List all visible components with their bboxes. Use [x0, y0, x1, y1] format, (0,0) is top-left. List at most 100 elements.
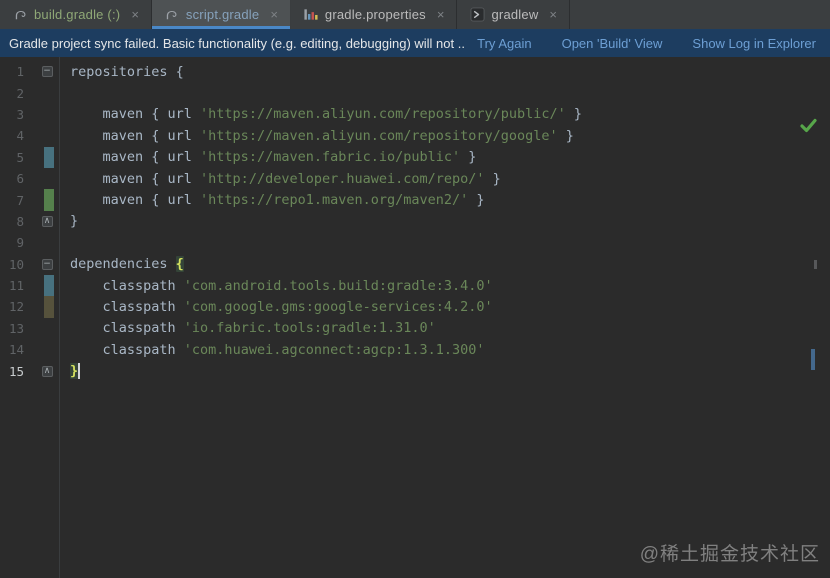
- code-token: }: [484, 170, 501, 187]
- line-number: 11: [8, 278, 24, 294]
- code-text: maven { url 'https://repo1.maven.org/mav…: [70, 192, 485, 208]
- code-line-2[interactable]: 2: [0, 82, 830, 103]
- editor-tab-bar: build.gradle (:) × script.gradle × gradle.pr…: [0, 0, 830, 29]
- code-token: maven { url: [70, 127, 201, 144]
- code-line-12[interactable]: 12 classpath 'com.google.gms:google-serv…: [0, 296, 830, 318]
- gutter-annotation: −: [36, 254, 58, 275]
- fold-collapse-icon[interactable]: −: [41, 66, 53, 78]
- text-caret: [78, 363, 81, 380]
- string-literal: 'https://maven.aliyun.com/repository/goo…: [200, 127, 558, 144]
- string-literal: 'com.android.tools.build:gradle:3.4.0': [183, 277, 493, 294]
- line-number: 13: [8, 320, 24, 336]
- line-number: 3: [16, 106, 24, 122]
- banner-action-show-log-in-explorer[interactable]: Show Log in Explorer: [692, 36, 816, 51]
- code-line-1[interactable]: 1 − repositories {: [0, 61, 830, 82]
- code-token: }: [557, 127, 574, 144]
- code-token: repositories {: [70, 63, 184, 80]
- code-token: classpath: [70, 277, 184, 294]
- tab-gradlew[interactable]: gradlew ×: [457, 0, 571, 29]
- line-number: 15: [8, 363, 24, 379]
- gutter-annotation: [36, 189, 58, 211]
- code-text: maven { url 'https://maven.aliyun.com/re…: [70, 128, 574, 144]
- code-token: classpath: [70, 320, 184, 337]
- code-text: classpath 'com.huawei.agconnect:agcp:1.3…: [70, 342, 485, 358]
- tab-close-icon[interactable]: ×: [435, 7, 447, 22]
- code-text: maven { url 'https://maven.aliyun.com/re…: [70, 106, 583, 122]
- code-line-6[interactable]: 6 maven { url 'http://developer.huawei.c…: [0, 168, 830, 189]
- code-line-3[interactable]: 3 maven { url 'https://maven.aliyun.com/…: [0, 104, 830, 125]
- tab-label: build.gradle (:): [34, 7, 121, 22]
- tab-close-icon[interactable]: ×: [129, 7, 141, 22]
- code-line-8[interactable]: 8 ∧}: [0, 211, 830, 232]
- tab-close-icon[interactable]: ×: [547, 7, 559, 22]
- code-line-4[interactable]: 4 maven { url 'https://maven.aliyun.com/…: [0, 125, 830, 146]
- gutter-annotation: [36, 274, 58, 297]
- code-line-5[interactable]: 5 maven { url 'https://maven.fabric.io/p…: [0, 146, 830, 168]
- line-number: 14: [8, 342, 24, 358]
- properties-file-icon: [303, 7, 319, 23]
- watermark: @稀土掘金技术社区: [639, 544, 820, 565]
- gutter-annotation: [36, 82, 58, 103]
- code-line-14[interactable]: 14 classpath 'com.huawei.agconnect:agcp:…: [0, 339, 830, 360]
- banner-action-try-again[interactable]: Try Again: [477, 36, 531, 51]
- line-number: 7: [16, 192, 24, 208]
- shell-script-icon: [469, 7, 485, 23]
- line-number: 9: [16, 235, 24, 251]
- code-token: maven { url: [70, 192, 201, 209]
- gutter-annotation: ∧: [36, 360, 58, 381]
- banner-actions: Try Again Open 'Build' View Show Log in Ex…: [477, 36, 816, 51]
- code-line-7[interactable]: 7 maven { url 'https://repo1.maven.org/m…: [0, 189, 830, 211]
- string-literal: 'com.google.gms:google-services:4.2.0': [183, 298, 493, 315]
- gutter-annotation: [36, 125, 58, 146]
- fold-collapse-icon[interactable]: −: [41, 258, 53, 270]
- gutter-annotation: [36, 318, 58, 339]
- string-literal: 'https://repo1.maven.org/maven2/': [200, 192, 469, 209]
- code-line-11[interactable]: 11 classpath 'com.android.tools.build:gr…: [0, 274, 830, 297]
- code-text: }: [70, 213, 78, 229]
- string-literal: 'http://developer.huawei.com/repo/': [200, 170, 485, 187]
- code-text: dependencies {: [70, 256, 184, 273]
- code-text: classpath 'com.google.gms:google-service…: [70, 299, 493, 315]
- code-token: maven { url: [70, 149, 201, 166]
- gradle-elephant-icon: [164, 7, 180, 23]
- code-text: maven { url 'https://maven.fabric.io/pub…: [70, 149, 477, 166]
- matched-brace: {: [175, 256, 184, 273]
- fold-end-icon[interactable]: ∧: [41, 215, 53, 227]
- code-line-13[interactable]: 13 classpath 'io.fabric.tools:gradle:1.3…: [0, 318, 830, 339]
- tab-gradle-properties[interactable]: gradle.properties ×: [291, 0, 458, 29]
- banner-action-open-build-view[interactable]: Open 'Build' View: [562, 36, 663, 51]
- code-text: repositories {: [70, 64, 184, 80]
- code-token: dependencies: [70, 256, 176, 273]
- tab-label: gradle.properties: [324, 7, 426, 22]
- code-line-10[interactable]: 10 − dependencies {: [0, 254, 830, 275]
- vcs-change-marker[interactable]: [44, 189, 54, 211]
- code-editor[interactable]: 1 − repositories {2 3 maven { url 'https://…: [0, 57, 830, 578]
- scrollbar-change-mark[interactable]: [811, 349, 815, 370]
- vcs-change-marker[interactable]: [44, 274, 54, 297]
- code-line-9[interactable]: 9: [0, 232, 830, 253]
- fold-end-icon[interactable]: ∧: [41, 365, 53, 377]
- line-number: 2: [16, 85, 24, 101]
- line-number: 8: [16, 213, 24, 229]
- gutter-annotation: [36, 339, 58, 360]
- gutter-annotation: [36, 146, 58, 168]
- vcs-change-marker[interactable]: [44, 296, 54, 318]
- code-token: classpath: [70, 341, 184, 358]
- ide-window: build.gradle (:) × script.gradle × gradle.pr…: [0, 0, 830, 578]
- tab-build-gradle[interactable]: build.gradle (:) ×: [0, 0, 152, 29]
- tab-close-icon[interactable]: ×: [268, 7, 280, 22]
- code-token: }: [468, 192, 485, 209]
- line-number: 12: [8, 299, 24, 315]
- tab-script-gradle[interactable]: script.gradle ×: [151, 0, 291, 29]
- gutter-annotation: [36, 296, 58, 318]
- gutter-annotation: −: [36, 61, 58, 82]
- line-number: 4: [16, 128, 24, 144]
- gradle-sync-failed-banner: Gradle project sync failed. Basic functi…: [0, 29, 830, 57]
- code-line-15[interactable]: 15 ∧}: [0, 360, 830, 381]
- string-literal: 'https://maven.fabric.io/public': [200, 149, 461, 166]
- inspection-ok-icon[interactable]: [800, 118, 817, 133]
- scrollbar-warning-mark[interactable]: [814, 260, 817, 269]
- code-token: }: [460, 149, 477, 166]
- vcs-change-marker[interactable]: [44, 146, 54, 168]
- tab-label: gradlew: [491, 7, 539, 22]
